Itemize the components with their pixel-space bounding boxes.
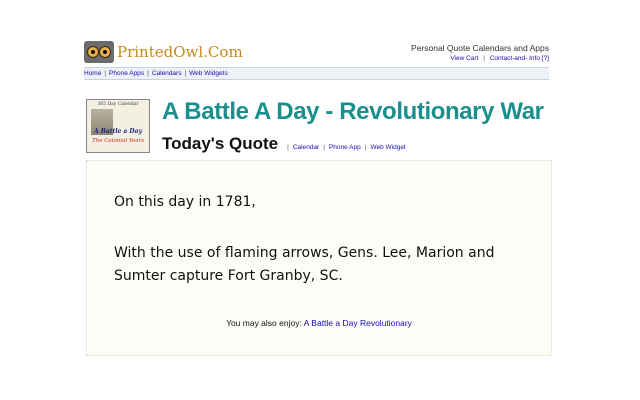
help-link[interactable]: [?] (542, 55, 549, 62)
separator: | (364, 144, 367, 151)
account-links: View Cart | Contact-and- Info [?] (450, 55, 549, 62)
site-header: PrintedOwl.Com Personal Quote Calendars … (84, 38, 549, 68)
also-enjoy-link[interactable]: A Battle a Day Revolutionary (304, 318, 412, 328)
nav-calendars[interactable]: Calendars (152, 70, 182, 77)
page-title: A Battle A Day - Revolutionary War (162, 98, 544, 125)
also-enjoy: You may also enjoy: A Battle a Day Revol… (87, 318, 551, 328)
site-tagline: Personal Quote Calendars and Apps (411, 43, 549, 53)
separator: | (287, 144, 289, 151)
book-cover-title: A Battle a Day (94, 128, 142, 135)
nav-home[interactable]: Home (84, 70, 101, 77)
nav-web-widgets[interactable]: Web Widgets (189, 70, 228, 77)
subtitle-links: | Calendar | Phone App | Web Widget (283, 144, 406, 151)
view-cart-link[interactable]: View Cart (450, 55, 478, 62)
also-enjoy-label: You may also enjoy: (226, 318, 302, 328)
quote-text: With the use of flaming arrows, Gens. Le… (114, 245, 495, 284)
web-widget-link[interactable]: Web Widget (370, 144, 405, 151)
contact-info-link[interactable]: Contact-and- Info (490, 55, 540, 62)
quote-date-line: On this day in 1781, (114, 194, 256, 210)
separator: | (147, 70, 149, 77)
quote-box: On this day in 1781, With the use of fla… (86, 160, 552, 356)
separator: | (483, 55, 485, 62)
page-subtitle: Today's Quote (162, 134, 279, 153)
site-nav: Home | Phone Apps | Calendars | Web Widgets (84, 67, 549, 80)
logo-text: PrintedOwl.Com (117, 43, 243, 61)
owl-logo-icon (84, 41, 114, 63)
subtitle-row: Today's Quote | Calendar | Phone App | Web Wi… (162, 134, 406, 154)
site-logo[interactable]: PrintedOwl.Com (84, 41, 243, 63)
calendar-link[interactable]: Calendar (293, 144, 319, 151)
separator: | (184, 70, 187, 77)
book-cover-image[interactable]: 365 Day Calendar A Battle a Day The Colo… (86, 99, 150, 153)
separator: | (323, 144, 325, 151)
phone-app-link[interactable]: Phone App (329, 144, 361, 151)
separator: | (104, 70, 107, 77)
book-cover-subtitle: The Colonial Years (91, 138, 145, 144)
book-cover-top-text: 365 Day Calendar (97, 102, 139, 107)
nav-phone-apps[interactable]: Phone Apps (109, 70, 144, 77)
